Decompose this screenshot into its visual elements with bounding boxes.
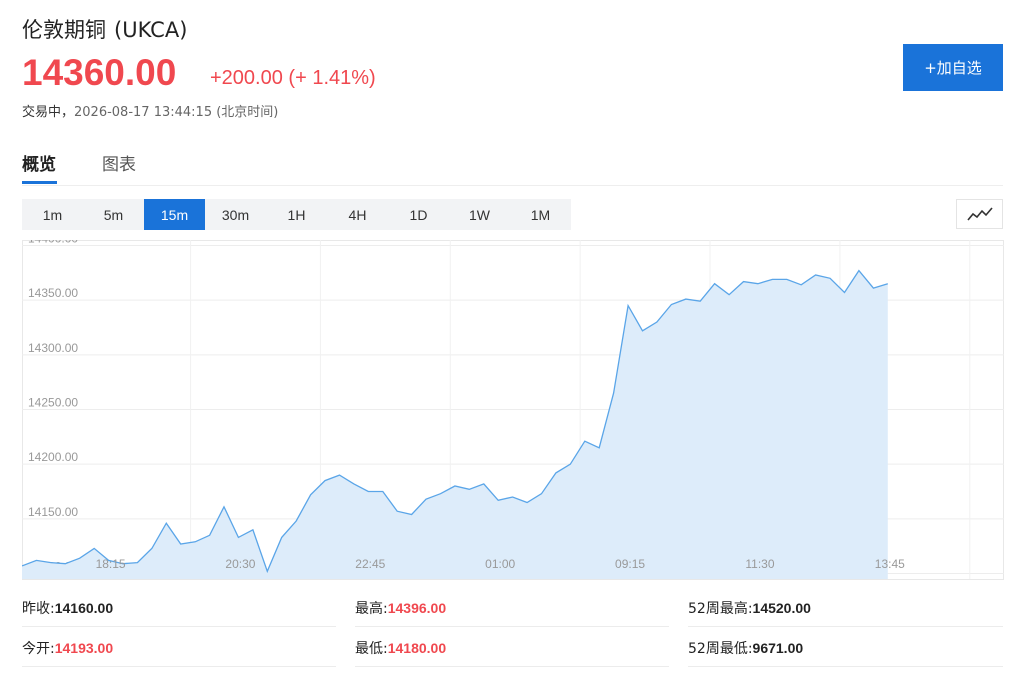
price-change: +200.00 (+ 1.41%) bbox=[210, 67, 376, 90]
instrument-name: 伦敦期铜 bbox=[22, 18, 106, 42]
tab-overview[interactable]: 概览 bbox=[22, 150, 56, 175]
add-watchlist-button[interactable]: +加自选 bbox=[903, 44, 1003, 91]
line-chart-icon bbox=[966, 207, 993, 221]
x-tick-label: 13:45 bbox=[875, 557, 905, 571]
y-tick-label: 14300.00 bbox=[28, 341, 78, 355]
stat-prev-close: 昨收:14160.00 bbox=[22, 598, 113, 618]
open-label: 今开: bbox=[22, 641, 55, 657]
y-tick-label: 14350.00 bbox=[28, 286, 78, 300]
period-1h[interactable]: 1H bbox=[266, 199, 327, 230]
52w-high-value: 14520.00 bbox=[752, 600, 811, 616]
52w-low-value: 9671.00 bbox=[752, 640, 804, 656]
divider bbox=[688, 666, 1003, 667]
period-4h[interactable]: 4H bbox=[327, 199, 388, 230]
tab-divider bbox=[22, 185, 1003, 186]
prev-close-value: 14160.00 bbox=[54, 600, 114, 616]
stat-52w-low: 52周最低:9671.00 bbox=[688, 638, 803, 658]
stat-52w-high: 52周最高:14520.00 bbox=[688, 598, 811, 618]
last-price: 14360.00 bbox=[22, 52, 177, 93]
x-tick-label: 01:00 bbox=[485, 557, 515, 571]
x-tick-label: 09:15 bbox=[615, 557, 645, 571]
divider bbox=[22, 666, 336, 667]
stat-low: 最低:14180.00 bbox=[355, 638, 446, 658]
status-label: 交易中， bbox=[22, 105, 75, 120]
stat-high: 最高:14396.00 bbox=[355, 598, 446, 618]
period-1mo[interactable]: 1M bbox=[510, 199, 571, 230]
y-tick-label: 14150.00 bbox=[28, 505, 78, 519]
open-value: 14193.00 bbox=[54, 640, 114, 656]
instrument-title: 伦敦期铜 (UKCA) bbox=[22, 14, 187, 44]
period-1m[interactable]: 1m bbox=[22, 199, 83, 230]
y-tick-label: 14250.00 bbox=[28, 396, 78, 410]
stat-open: 今开:14193.00 bbox=[22, 638, 113, 658]
period-1w[interactable]: 1W bbox=[449, 199, 510, 230]
divider bbox=[688, 626, 1003, 627]
y-tick-label: 14200.00 bbox=[28, 450, 78, 464]
tab-chart[interactable]: 图表 bbox=[102, 150, 136, 175]
period-5m[interactable]: 5m bbox=[83, 199, 144, 230]
x-tick-label: 20:30 bbox=[225, 557, 255, 571]
period-30m[interactable]: 30m bbox=[205, 199, 266, 230]
chart-type-button[interactable] bbox=[956, 199, 1003, 229]
trading-status: 交易中，2026-08-17 13:44:15 (北京时间) bbox=[22, 101, 278, 120]
high-value: 14396.00 bbox=[387, 600, 447, 616]
series-area bbox=[22, 270, 888, 579]
period-selector: 1m 5m 15m 30m 1H 4H 1D 1W 1M bbox=[22, 199, 571, 230]
52w-high-label: 52周最高: bbox=[688, 601, 753, 617]
high-label: 最高: bbox=[355, 601, 388, 617]
timestamp: 2026-08-17 13:44:15 (北京时间) bbox=[74, 105, 279, 120]
x-tick-label: 22:45 bbox=[355, 557, 385, 571]
x-tick-label: 11:30 bbox=[745, 557, 774, 571]
price-chart: 14100.0014150.0014200.0014250.0014300.00… bbox=[22, 240, 1004, 580]
instrument-code: (UKCA) bbox=[114, 18, 188, 42]
52w-low-label: 52周最低: bbox=[688, 641, 753, 657]
low-label: 最低: bbox=[355, 641, 388, 657]
x-tick-label: 18:15 bbox=[96, 557, 126, 571]
period-1d[interactable]: 1D bbox=[388, 199, 449, 230]
prev-close-label: 昨收: bbox=[22, 601, 55, 617]
active-tab-indicator bbox=[22, 181, 57, 184]
low-value: 14180.00 bbox=[387, 640, 447, 656]
divider bbox=[22, 626, 336, 627]
divider bbox=[355, 666, 669, 667]
period-15m[interactable]: 15m bbox=[144, 199, 205, 230]
change-percent: (+ 1.41%) bbox=[288, 67, 376, 89]
change-value: +200.00 bbox=[210, 67, 283, 89]
divider bbox=[355, 626, 669, 627]
y-tick-label: 14400.00 bbox=[28, 240, 78, 245]
